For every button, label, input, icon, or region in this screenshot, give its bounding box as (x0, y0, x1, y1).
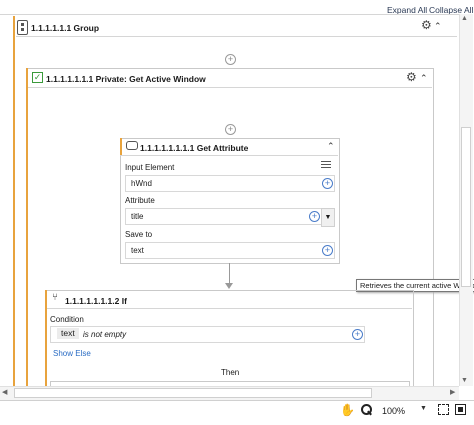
then-label: Then (221, 368, 240, 377)
save-to-field[interactable]: text (125, 242, 335, 259)
scroll-right-arrow-icon[interactable]: ▶ (450, 388, 455, 396)
attribute-value: title (131, 212, 144, 221)
add-activity-plus-icon[interactable]: + (225, 124, 236, 135)
add-plus-icon[interactable]: + (309, 211, 320, 222)
condition-label: Condition (50, 315, 84, 324)
group-title: 1.1.1.1.1.1 Group (31, 23, 100, 33)
get-attribute-title: 1.1.1.1.1.1.1.1 Get Attribute (140, 143, 249, 153)
add-plus-icon[interactable]: + (322, 245, 333, 256)
private-accent-bar (26, 68, 28, 388)
attribute-label: Attribute (125, 196, 155, 205)
scroll-down-arrow-icon[interactable]: ▼ (461, 377, 468, 384)
add-activity-plus-icon[interactable]: + (225, 54, 236, 65)
gear-icon[interactable]: ⚙ (421, 18, 432, 32)
save-to-label: Save to (125, 230, 153, 239)
if-title: 1.1.1.1.1.1.1.2 If (65, 296, 127, 306)
private-title: 1.1.1.1.1.1.1 Private: Get Active Window (46, 74, 206, 84)
dropdown-arrow-icon[interactable]: ▼ (321, 208, 335, 227)
get-attribute-icon (126, 141, 138, 150)
scroll-up-arrow-icon[interactable]: ▲ (461, 15, 468, 22)
attribute-field[interactable]: title (125, 208, 322, 225)
if-icon: ⑂ (52, 292, 58, 303)
flow-connector (229, 263, 230, 285)
hand-pan-icon[interactable]: ✋ (340, 403, 355, 417)
tooltip-text: Retrieves the current active Windo (360, 281, 474, 290)
zoom-dropdown-icon[interactable]: ▼ (420, 405, 427, 412)
show-else-link[interactable]: Show Else (53, 349, 91, 358)
input-element-label: Input Element (125, 163, 175, 172)
input-element-field[interactable]: hWnd (125, 175, 335, 192)
chevron-up-icon[interactable]: ⌃ (327, 141, 335, 152)
condition-operator: is not empty (83, 330, 127, 339)
horizontal-scrollbar-thumb[interactable] (14, 388, 372, 398)
checkbox-icon: ✓ (32, 72, 43, 83)
vertical-scrollbar-thumb[interactable] (461, 127, 471, 287)
arrow-down-icon (225, 283, 233, 289)
zoom-level: 100% (382, 406, 406, 416)
group-accent-bar (13, 16, 15, 386)
fit-to-screen-icon[interactable] (438, 404, 449, 415)
input-element-value: hWnd (131, 179, 152, 188)
chevron-up-icon[interactable]: ⌃ (420, 73, 428, 84)
chevron-up-icon[interactable]: ⌃ (434, 21, 442, 32)
gear-icon[interactable]: ⚙ (406, 70, 417, 84)
save-to-value: text (131, 246, 144, 255)
menu-icon[interactable] (321, 160, 331, 168)
add-plus-icon[interactable]: + (352, 329, 363, 340)
add-plus-icon[interactable]: + (322, 178, 333, 189)
scroll-left-arrow-icon[interactable]: ◀ (2, 388, 7, 396)
group-icon (17, 20, 28, 35)
condition-variable: text (57, 328, 79, 339)
overview-icon[interactable] (455, 404, 466, 415)
